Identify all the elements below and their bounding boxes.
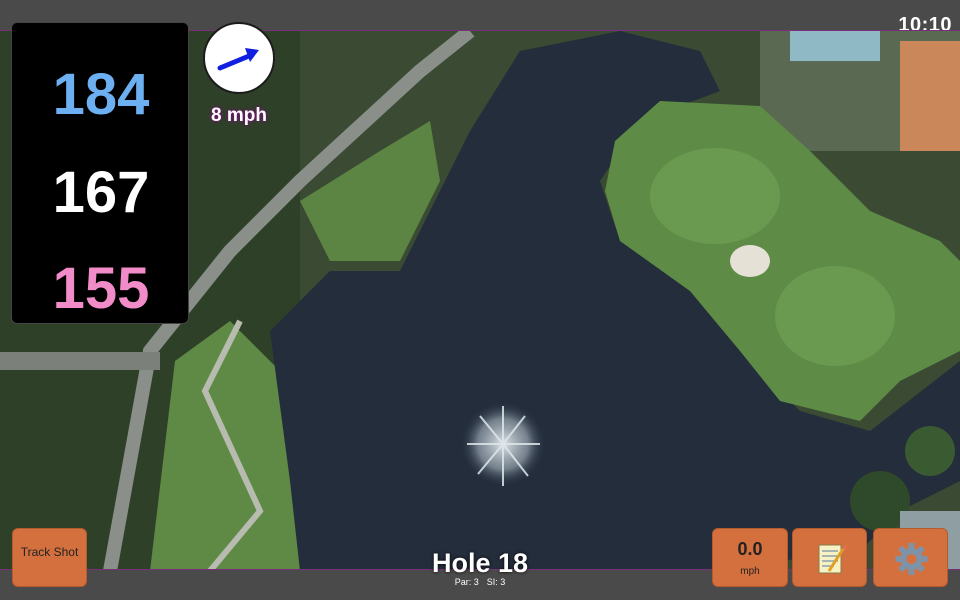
wind-speed: 8 mph xyxy=(211,105,267,126)
speed-value: 0.0 xyxy=(737,539,763,559)
wind-arrow-icon xyxy=(217,48,259,71)
settings-button[interactable] xyxy=(873,528,948,587)
notepad-icon xyxy=(818,544,846,574)
hole-si: SI: 3 xyxy=(486,577,506,587)
track-shot-button[interactable]: Track Shot xyxy=(12,528,87,587)
track-shot-label: Track Shot xyxy=(20,545,79,559)
speed-button[interactable]: 0.0 mph xyxy=(712,528,788,587)
middle-yardage: 167 xyxy=(52,160,150,225)
notes-button[interactable] xyxy=(792,528,867,587)
speed-unit: mph xyxy=(740,566,760,577)
hole-title: Hole 18 xyxy=(431,548,529,578)
yardage-panel: 184 167 155 xyxy=(11,22,189,324)
front-yardage: 155 xyxy=(52,256,150,321)
back-yardage: 184 xyxy=(52,62,150,127)
hole-par: Par: 3 xyxy=(454,577,479,587)
hole-info: Par: 3 SI: 3 xyxy=(380,577,580,587)
wind-indicator xyxy=(203,22,275,94)
gear-icon xyxy=(895,543,928,575)
